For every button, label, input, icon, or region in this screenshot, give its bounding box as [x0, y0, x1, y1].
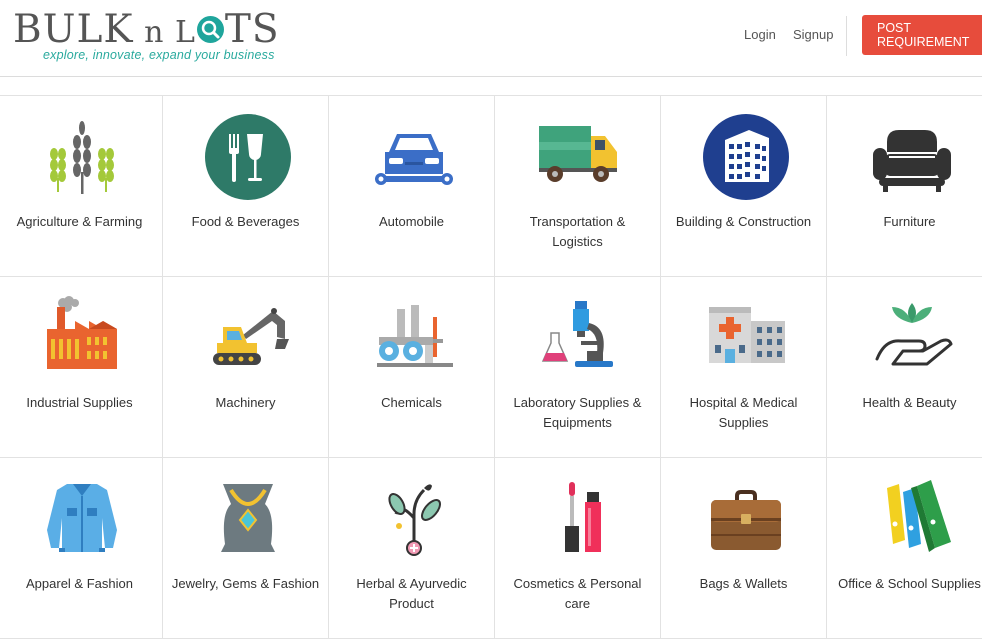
category-apparel-fashion[interactable]: Apparel & Fashion	[0, 458, 163, 639]
lotus-hand-icon	[875, 303, 953, 366]
category-label: Building & Construction	[675, 214, 812, 229]
cosmetics-icon	[565, 482, 601, 552]
category-herbal-ayurvedic[interactable]: Herbal & Ayurvedic Product	[329, 458, 495, 639]
category-machinery[interactable]: Machinery	[163, 277, 329, 458]
category-jewelry-gems[interactable]: Jewelry, Gems & Fashion	[163, 458, 329, 639]
tagline: explore, innovate, expand your business	[43, 48, 275, 62]
post-requirement-button[interactable]: POST REQUIREMENT	[862, 15, 982, 55]
category-label: Herbal & Ayurvedic Product	[356, 576, 467, 611]
excavator-icon	[213, 308, 289, 365]
category-food-beverages[interactable]: Food & Beverages	[163, 96, 329, 277]
category-label: Automobile	[378, 214, 445, 229]
category-label: Bags & Wallets	[699, 576, 788, 591]
binders-icon	[887, 480, 951, 552]
wheat-icon	[50, 121, 114, 194]
category-label: Agriculture & Farming	[16, 214, 143, 229]
chemical-plant-icon	[377, 305, 453, 367]
sofa-icon	[873, 130, 951, 192]
category-label: Apparel & Fashion	[26, 576, 133, 591]
category-label: Jewelry, Gems & Fashion	[171, 576, 320, 591]
site-logo[interactable]: BULK n L TS explore, innovate, expand you…	[13, 8, 283, 64]
category-label: Cosmetics & Personal care	[513, 576, 642, 611]
category-label: Office & School Supplies	[838, 576, 981, 591]
site-header: BULK n L TS explore, innovate, expand you…	[0, 0, 982, 77]
category-building-construction[interactable]: Building & Construction	[661, 96, 827, 277]
nav-divider	[846, 16, 847, 56]
herbal-icon	[388, 484, 441, 556]
truck-icon	[539, 126, 617, 182]
category-label: Furniture	[883, 214, 936, 229]
category-bags-wallets[interactable]: Bags & Wallets	[661, 458, 827, 639]
category-furniture[interactable]: Furniture	[827, 96, 982, 277]
factory-icon	[47, 296, 117, 369]
category-label: Transportation & Logistics	[529, 214, 626, 249]
category-automobile[interactable]: Automobile	[329, 96, 495, 277]
category-chemicals[interactable]: Chemicals	[329, 277, 495, 458]
category-label: Machinery	[215, 395, 276, 410]
category-transportation-logistics[interactable]: Transportation & Logistics	[495, 96, 661, 277]
category-label: Laboratory Supplies & Equipments	[513, 395, 642, 430]
category-label: Industrial Supplies	[26, 395, 133, 410]
category-label: Hospital & Medical Supplies	[689, 395, 798, 430]
category-label: Chemicals	[381, 395, 442, 410]
category-cosmetics-personal-care[interactable]: Cosmetics & Personal care	[495, 458, 661, 639]
jacket-icon	[47, 484, 117, 552]
category-office-school-supplies[interactable]: Office & School Supplies	[827, 458, 982, 639]
category-label: Health & Beauty	[862, 395, 957, 410]
car-wrench-icon	[375, 134, 453, 185]
signup-link[interactable]: Signup	[793, 27, 833, 42]
cutlery-icon	[205, 114, 291, 200]
category-industrial-supplies[interactable]: Industrial Supplies	[0, 277, 163, 458]
magnifier-icon	[196, 16, 224, 43]
building-icon	[703, 114, 789, 200]
category-health-beauty[interactable]: Health & Beauty	[827, 277, 982, 458]
necklace-icon	[221, 484, 275, 552]
hospital-icon	[709, 307, 785, 363]
login-link[interactable]: Login	[744, 27, 776, 42]
category-label: Food & Beverages	[191, 214, 300, 229]
microscope-icon	[541, 301, 613, 367]
category-grid: Agriculture & Farming Food & Beverages A…	[0, 95, 982, 639]
category-agriculture-farming[interactable]: Agriculture & Farming	[0, 96, 163, 277]
category-hospital-medical[interactable]: Hospital & Medical Supplies	[661, 277, 827, 458]
category-laboratory-supplies[interactable]: Laboratory Supplies & Equipments	[495, 277, 661, 458]
briefcase-icon	[711, 490, 781, 550]
